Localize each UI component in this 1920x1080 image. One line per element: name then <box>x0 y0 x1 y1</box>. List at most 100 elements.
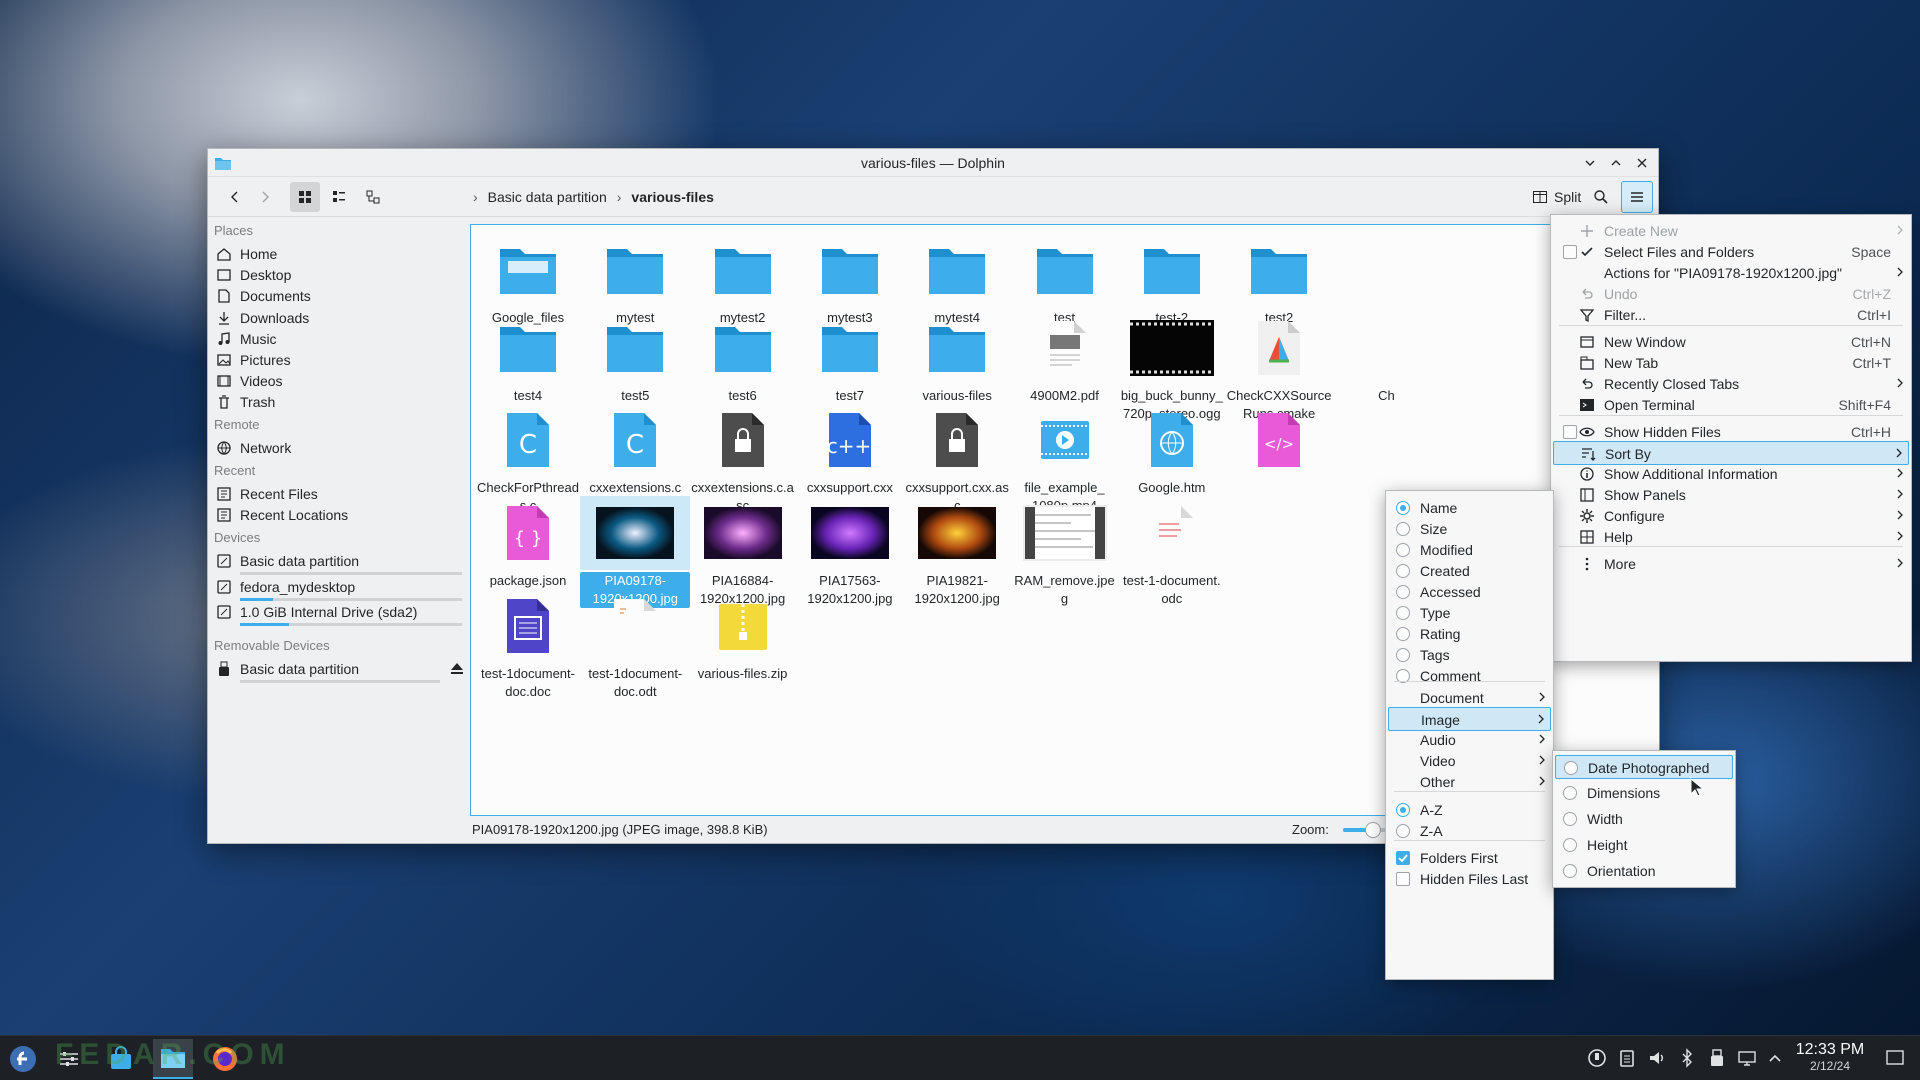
sort-option-comment[interactable]: Comment <box>1388 664 1551 688</box>
image-sort-option-height[interactable]: Height <box>1555 833 1733 857</box>
file-item[interactable]: test-1document- doc.odt <box>580 589 690 701</box>
folder-icon <box>688 233 798 307</box>
image-sort-option-orientation[interactable]: Orientation <box>1555 859 1733 883</box>
chevron-right-icon <box>1895 265 1905 279</box>
image-sort-option-dimensions[interactable]: Dimensions <box>1555 781 1733 805</box>
video-file-icon <box>1010 403 1120 477</box>
back-button[interactable] <box>220 182 250 212</box>
close-button[interactable] <box>1632 153 1652 173</box>
sidebar-item-network[interactable]: Network <box>216 436 464 460</box>
sidebar-item-removable[interactable]: Basic data partition <box>216 657 464 681</box>
image-sort-option-date-photographed[interactable]: Date Photographed <box>1555 755 1733 779</box>
details-view-button[interactable] <box>358 182 388 212</box>
minimize-button[interactable] <box>1580 153 1600 173</box>
chevron-up-icon[interactable] <box>1765 1048 1785 1068</box>
main-menu: Create New Select Files and Folders Space A… <box>1550 214 1912 662</box>
eject-icon[interactable] <box>450 661 464 675</box>
folder-icon <box>580 311 690 385</box>
updates-icon[interactable] <box>1587 1048 1607 1068</box>
network-icon[interactable] <box>1737 1048 1757 1068</box>
bluetooth-icon[interactable] <box>1677 1048 1697 1068</box>
radio-button[interactable] <box>1563 864 1577 878</box>
file-item[interactable]: test-1document- doc.doc <box>473 589 583 701</box>
file-item[interactable]: Ch <box>1331 311 1441 405</box>
compact-view-button[interactable] <box>324 182 354 212</box>
hamburger-menu-button[interactable] <box>1621 181 1653 213</box>
menu-item-label: Show Additional Information <box>1604 466 1778 482</box>
downloads-icon <box>216 310 232 326</box>
chevron-right-icon <box>1895 466 1905 480</box>
file-item[interactable]: test4 <box>473 311 583 405</box>
radio-button[interactable] <box>1396 627 1410 641</box>
image-sort-option-width[interactable]: Width <box>1555 807 1733 831</box>
chevron-right-icon: › <box>616 189 622 205</box>
menu-item-more[interactable]: More <box>1553 552 1909 576</box>
search-button[interactable] <box>1586 182 1616 212</box>
breadcrumb-item[interactable]: Basic data partition <box>488 189 607 205</box>
maximize-button[interactable] <box>1606 153 1626 173</box>
file-item[interactable]: 4900M2.pdf <box>1010 311 1120 405</box>
show-desktop-icon[interactable] <box>1885 1048 1905 1068</box>
clipboard-icon[interactable] <box>1617 1048 1637 1068</box>
file-item[interactable]: </> <box>1224 403 1334 479</box>
menu-shortcut: Ctrl+I <box>1857 307 1891 323</box>
radio-button[interactable] <box>1396 648 1410 662</box>
volume-icon[interactable] <box>1647 1048 1667 1068</box>
arrow-right-icon <box>262 191 269 203</box>
sidebar-item-label: Recent Files <box>240 486 318 502</box>
radio-button[interactable] <box>1396 824 1410 838</box>
title-bar[interactable]: various-files — Dolphin <box>208 149 1658 177</box>
checkbox[interactable] <box>1563 425 1577 439</box>
file-item[interactable]: various-files.zip <box>688 589 798 683</box>
breadcrumb-current[interactable]: various-files <box>631 189 713 205</box>
file-item[interactable]: PIA17563- 1920x1200.jpg <box>795 496 905 608</box>
file-item[interactable]: c++ cxxsupport.cxx <box>795 403 905 497</box>
checkbox[interactable] <box>1396 872 1410 886</box>
radio-button[interactable] <box>1396 803 1410 817</box>
file-item[interactable]: PIA19821- 1920x1200.jpg <box>902 496 1012 608</box>
radio-button[interactable] <box>1396 543 1410 557</box>
sidebar-item-recent-locations[interactable]: Recent Locations <box>216 503 464 527</box>
sidebar-item-device[interactable]: fedora_mydesktop <box>216 575 464 599</box>
sort-option-hidden-files-last[interactable]: Hidden Files Last <box>1388 867 1551 891</box>
file-item[interactable]: { } package.json <box>473 496 583 590</box>
file-item[interactable]: test7 <box>795 311 905 405</box>
file-item[interactable]: test6 <box>688 311 798 405</box>
file-item[interactable]: Ccxxextensions.c <box>580 403 690 497</box>
menu-item-filter[interactable]: Filter... Ctrl+I <box>1553 303 1909 327</box>
sidebar-item-label: Trash <box>240 394 276 411</box>
fedora-launcher-button[interactable] <box>3 1039 43 1079</box>
removable-device-icon[interactable] <box>1707 1048 1727 1068</box>
file-item[interactable]: Google.htm <box>1117 403 1227 497</box>
radio-button[interactable] <box>1396 522 1410 536</box>
icons-view-button[interactable] <box>290 182 320 212</box>
chevron-right-icon <box>1895 508 1905 522</box>
file-item[interactable]: test5 <box>580 311 690 405</box>
sidebar-item-device[interactable]: Basic data partition <box>216 549 464 573</box>
checkbox[interactable] <box>1396 851 1410 865</box>
forward-button[interactable] <box>250 182 280 212</box>
radio-button[interactable] <box>1396 606 1410 620</box>
clock[interactable]: 12:33 PM 2/12/24 <box>1790 1041 1870 1073</box>
radio-button[interactable] <box>1563 838 1577 852</box>
checkbox[interactable] <box>1563 245 1577 259</box>
radio-button[interactable] <box>1564 761 1578 775</box>
sidebar-item-trash[interactable]: Trash <box>216 390 464 414</box>
svg-text:C: C <box>626 430 644 460</box>
radio-button[interactable] <box>1563 786 1577 800</box>
sidebar-item-label: Desktop <box>240 267 292 284</box>
sidebar-item-device[interactable]: 1.0 GiB Internal Drive (sda2) <box>216 600 464 624</box>
radio-button[interactable] <box>1563 812 1577 826</box>
menu-item-label: Folders First <box>1420 850 1498 866</box>
radio-button[interactable] <box>1396 585 1410 599</box>
file-item[interactable]: test-1-document. odc <box>1117 496 1227 608</box>
file-item[interactable]: RAM_remove.jpeg <box>1010 496 1120 608</box>
desktop-icon <box>216 267 232 283</box>
radio-button[interactable] <box>1396 501 1410 515</box>
menu-item-open-terminal[interactable]: Open Terminal Shift+F4 <box>1553 393 1909 417</box>
radio-button[interactable] <box>1396 564 1410 578</box>
split-button[interactable]: Split <box>1526 182 1587 212</box>
file-item[interactable]: various-files <box>902 311 1012 405</box>
menu-item-label: Show Hidden Files <box>1604 424 1721 440</box>
zoom-slider-handle[interactable] <box>1365 822 1381 838</box>
